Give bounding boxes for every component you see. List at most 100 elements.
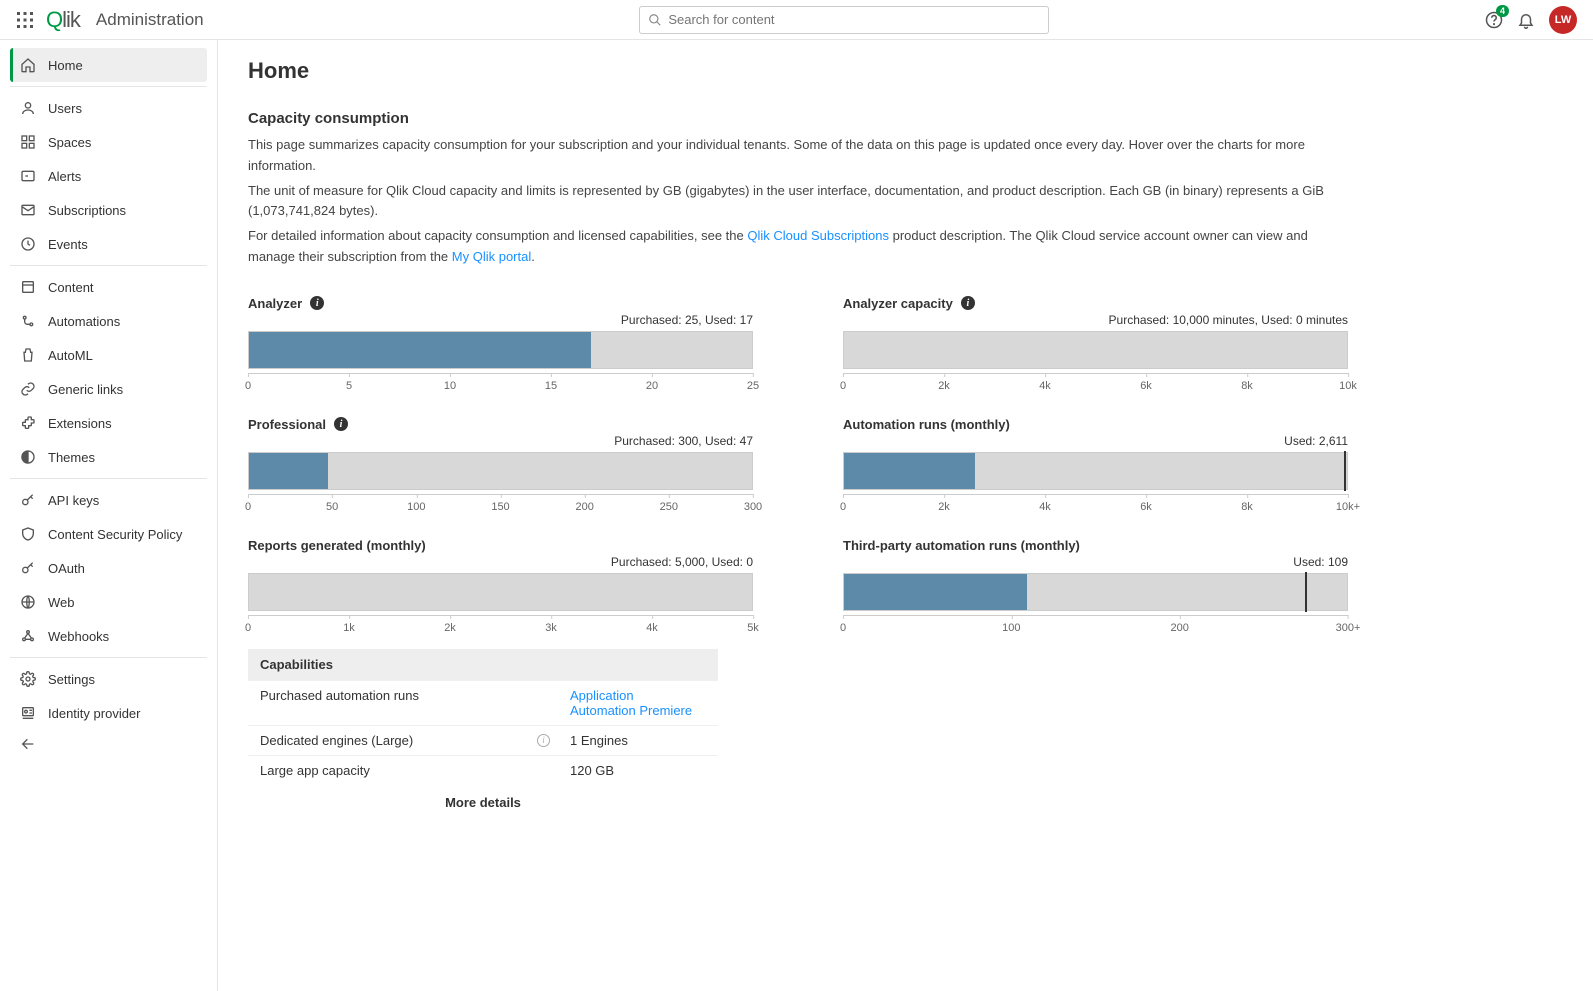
chart-axis: 02k4k6k8k10k <box>843 373 1348 397</box>
chart-title: Third-party automation runs (monthly) <box>843 538 1080 553</box>
app-title: Administration <box>96 10 204 30</box>
info-icon[interactable]: i <box>537 734 550 747</box>
sidebar-item-events[interactable]: Events <box>10 227 207 261</box>
sidebar-item-oauth[interactable]: OAuth <box>10 551 207 585</box>
sidebar-item-settings[interactable]: Settings <box>10 662 207 696</box>
axis-tick: 10k <box>1339 374 1357 392</box>
bar-track <box>843 331 1348 369</box>
settings-icon <box>20 671 36 687</box>
sidebar-item-label: Settings <box>48 672 95 687</box>
help-icon[interactable]: 4 <box>1485 11 1503 29</box>
axis-tick: 5k <box>747 616 759 634</box>
axis-tick: 100 <box>407 495 425 513</box>
link-subscriptions[interactable]: Qlik Cloud Subscriptions <box>747 228 889 243</box>
capability-label: Dedicated engines (Large) <box>260 733 413 748</box>
chart-subtitle: Purchased: 5,000, Used: 0 <box>248 555 753 569</box>
chart-automation-runs-monthly-: Automation runs (monthly) Used: 2,611 02k4… <box>843 417 1348 518</box>
sidebar-item-label: Identity provider <box>48 706 141 721</box>
sidebar-item-label: Themes <box>48 450 95 465</box>
capability-link[interactable]: Automation Premiere <box>570 703 706 718</box>
chart-title: Analyzer <box>248 296 302 311</box>
capability-label: Purchased automation runs <box>260 688 419 703</box>
bar-fill <box>844 453 975 489</box>
sidebar-item-extensions[interactable]: Extensions <box>10 406 207 440</box>
alerts-icon <box>20 168 36 184</box>
axis-tick: 10 <box>444 374 456 392</box>
chart-subtitle: Used: 109 <box>843 555 1348 569</box>
chart-title: Reports generated (monthly) <box>248 538 426 553</box>
sidebar-item-home[interactable]: Home <box>10 48 207 82</box>
collapse-sidebar-icon[interactable] <box>10 730 207 758</box>
chart-title: Professional <box>248 417 326 432</box>
axis-tick: 2k <box>444 616 456 634</box>
chart-subtitle: Used: 2,611 <box>843 434 1348 448</box>
limit-marker <box>1344 451 1346 491</box>
sidebar-item-alerts[interactable]: Alerts <box>10 159 207 193</box>
search-input[interactable] <box>639 6 1049 34</box>
axis-tick: 100 <box>1002 616 1020 634</box>
sidebar-item-users[interactable]: Users <box>10 91 207 125</box>
sidebar-item-web[interactable]: Web <box>10 585 207 619</box>
axis-tick: 6k <box>1140 374 1152 392</box>
sidebar-item-label: Spaces <box>48 135 91 150</box>
spaces-icon <box>20 134 36 150</box>
info-icon[interactable]: i <box>961 296 975 310</box>
chart-axis: 0510152025 <box>248 373 753 397</box>
chart-analyzer: AnalyzeriPurchased: 25, Used: 1705101520… <box>248 296 753 397</box>
sidebar-item-content[interactable]: Content <box>10 270 207 304</box>
sidebar-item-label: AutoML <box>48 348 93 363</box>
help-badge: 4 <box>1496 5 1509 17</box>
desc-line-2: The unit of measure for Qlik Cloud capac… <box>248 181 1348 223</box>
sidebar-item-label: Automations <box>48 314 120 329</box>
axis-tick: 0 <box>840 495 846 513</box>
bar-track <box>248 452 753 490</box>
bell-icon[interactable] <box>1517 11 1535 29</box>
capability-value: ApplicationAutomation Premiere <box>570 688 706 718</box>
avatar[interactable]: LW <box>1549 6 1577 34</box>
capability-row: Dedicated engines (Large) i 1 Engines <box>248 725 718 755</box>
capability-value: 1 Engines <box>570 733 706 748</box>
sidebar-item-automations[interactable]: Automations <box>10 304 207 338</box>
bar-track <box>843 452 1348 490</box>
sidebar-item-identity-provider[interactable]: Identity provider <box>10 696 207 730</box>
chart-professional: Professional i Purchased: 300, Used: 47 0 50… <box>248 417 753 518</box>
more-details-button[interactable]: More details <box>248 785 718 820</box>
axis-tick: 0 <box>245 616 251 634</box>
chart-axis: 02k4k6k8k10k+ <box>843 494 1348 518</box>
axis-tick: 6k <box>1140 495 1152 513</box>
oauth-icon <box>20 560 36 576</box>
info-icon[interactable]: i <box>310 296 324 310</box>
axis-tick: 0 <box>245 495 251 513</box>
axis-tick: 1k <box>343 616 355 634</box>
link-myqlik[interactable]: My Qlik portal <box>452 249 531 264</box>
sidebar-item-content-security-policy[interactable]: Content Security Policy <box>10 517 207 551</box>
app-launcher-icon[interactable] <box>16 11 34 29</box>
chart-subtitle: Purchased: 300, Used: 47 <box>248 434 753 448</box>
desc-line-1: This page summarizes capacity consumptio… <box>248 135 1348 177</box>
chart-title: Automation runs (monthly) <box>843 417 1010 432</box>
themes-icon <box>20 449 36 465</box>
axis-tick: 5 <box>346 374 352 392</box>
sidebar-item-themes[interactable]: Themes <box>10 440 207 474</box>
automl-icon <box>20 347 36 363</box>
content-icon <box>20 279 36 295</box>
sidebar-item-subscriptions[interactable]: Subscriptions <box>10 193 207 227</box>
capability-row: Purchased automation runs ApplicationAuto… <box>248 680 718 725</box>
sidebar-item-spaces[interactable]: Spaces <box>10 125 207 159</box>
qlik-logo[interactable]: Qlik <box>46 7 80 33</box>
generic-links-icon <box>20 381 36 397</box>
sidebar-item-api-keys[interactable]: API keys <box>10 483 207 517</box>
sidebar-item-generic-links[interactable]: Generic links <box>10 372 207 406</box>
sidebar-item-webhooks[interactable]: Webhooks <box>10 619 207 653</box>
axis-tick: 4k <box>646 616 658 634</box>
extensions-icon <box>20 415 36 431</box>
capability-link[interactable]: Application <box>570 688 706 703</box>
desc-line-3: For detailed information about capacity … <box>248 226 1348 268</box>
webhooks-icon <box>20 628 36 644</box>
axis-tick: 200 <box>1170 616 1188 634</box>
chart-title: Analyzer capacity <box>843 296 953 311</box>
sidebar-item-automl[interactable]: AutoML <box>10 338 207 372</box>
info-icon[interactable]: i <box>334 417 348 431</box>
chart-subtitle: Purchased: 10,000 minutes, Used: 0 minut… <box>843 313 1348 327</box>
axis-tick: 50 <box>326 495 338 513</box>
